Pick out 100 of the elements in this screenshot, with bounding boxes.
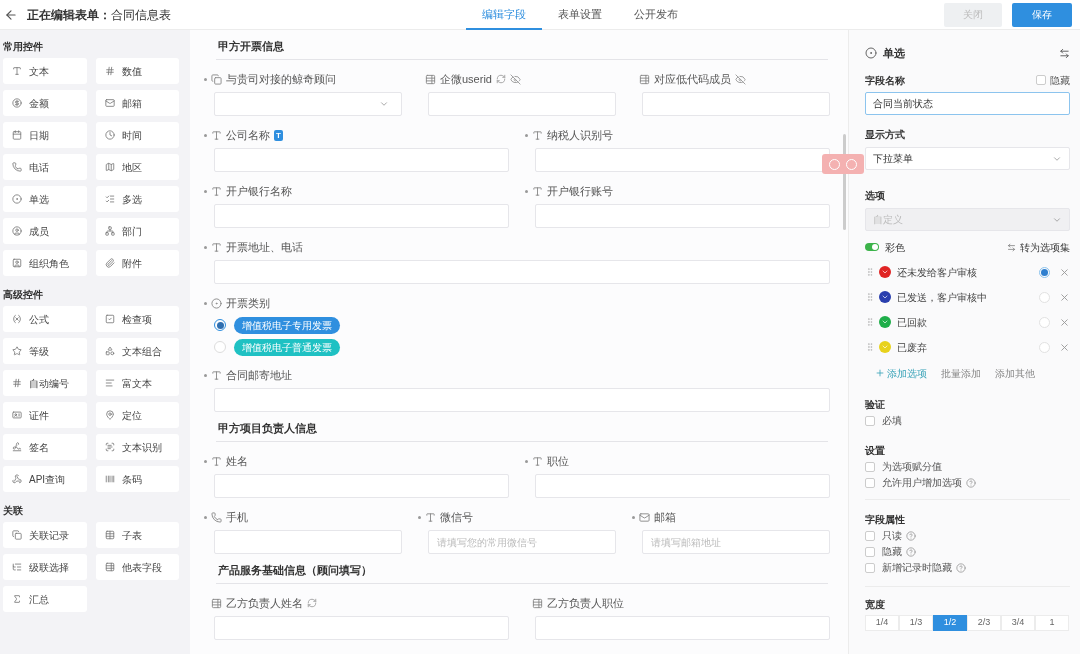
default-radio[interactable] <box>1039 316 1050 328</box>
page-title-label: 正在编辑表单： <box>27 6 111 24</box>
input-field[interactable] <box>535 474 830 498</box>
width-option[interactable]: 3/4 <box>1001 615 1035 631</box>
remove-icon[interactable] <box>1059 316 1070 328</box>
input-field[interactable] <box>535 204 830 228</box>
options-label: 选项 <box>865 189 886 203</box>
control-item[interactable]: 文本组合 <box>95 338 179 364</box>
tab[interactable]: 表单设置 <box>542 0 618 30</box>
checkbox[interactable] <box>865 546 875 557</box>
input-field[interactable] <box>214 388 830 412</box>
back-icon[interactable] <box>4 7 18 22</box>
section-title: 产品服务基础信息（顾问填写） <box>216 558 828 584</box>
control-item[interactable]: 多选 <box>95 186 179 212</box>
control-icon <box>104 194 115 204</box>
swap-icon[interactable] <box>1059 47 1070 59</box>
section-title: 甲方开票信息 <box>216 34 828 60</box>
control-item[interactable]: 定位 <box>95 402 179 428</box>
add-option-link[interactable]: 添加其他 <box>995 365 1035 381</box>
control-item[interactable]: 附件 <box>95 250 179 276</box>
input-field[interactable] <box>214 530 402 554</box>
input-field[interactable] <box>214 616 509 640</box>
control-item[interactable]: API查询 <box>3 466 87 492</box>
floating-assistant-icon[interactable] <box>822 154 864 174</box>
control-item[interactable]: 关联记录 <box>3 522 87 548</box>
default-radio[interactable] <box>1039 341 1050 353</box>
control-item[interactable]: 签名 <box>3 434 87 460</box>
control-item[interactable]: 时间 <box>95 122 179 148</box>
control-item[interactable]: 证件 <box>3 402 87 428</box>
field-name-input[interactable]: 合同当前状态 <box>865 92 1070 115</box>
control-item[interactable]: 检查项 <box>95 306 179 332</box>
drag-handle-icon[interactable] <box>865 342 875 352</box>
control-item[interactable]: 他表字段 <box>95 554 179 580</box>
checkbox-label: 新增记录时隐藏 <box>882 561 952 575</box>
input-field[interactable] <box>535 148 830 172</box>
control-icon <box>104 442 115 452</box>
control-item[interactable]: 级联选择 <box>3 554 87 580</box>
input-field[interactable] <box>214 148 509 172</box>
input-field[interactable] <box>214 204 509 228</box>
checkbox[interactable] <box>865 530 875 541</box>
control-item[interactable]: 汇总 <box>3 586 87 612</box>
control-item[interactable]: 数值 <box>95 58 179 84</box>
field-label: 公司名称 <box>226 127 270 143</box>
control-item[interactable]: 成员 <box>3 218 87 244</box>
remove-icon[interactable] <box>1059 341 1070 353</box>
control-item[interactable]: 邮箱 <box>95 90 179 116</box>
control-item[interactable]: 部门 <box>95 218 179 244</box>
control-icon <box>12 130 22 140</box>
input-field[interactable] <box>214 474 509 498</box>
control-item[interactable]: 日期 <box>3 122 87 148</box>
add-option-link[interactable]: 批量添加 <box>941 365 981 381</box>
checkbox[interactable] <box>865 477 875 488</box>
color-toggle[interactable] <box>865 243 879 251</box>
control-item[interactable]: 子表 <box>95 522 179 548</box>
control-icon <box>104 162 115 172</box>
default-radio[interactable] <box>1039 291 1050 303</box>
control-item[interactable]: 电话 <box>3 154 87 180</box>
control-icon <box>12 314 22 324</box>
control-item[interactable]: 组织角色 <box>3 250 87 276</box>
checkbox[interactable] <box>865 562 875 573</box>
control-item[interactable]: 富文本 <box>95 370 179 396</box>
control-item[interactable]: 文本 <box>3 58 87 84</box>
control-item[interactable]: 地区 <box>95 154 179 180</box>
tab[interactable]: 公开发布 <box>618 0 694 30</box>
drag-handle-icon[interactable] <box>865 267 875 277</box>
remove-icon[interactable] <box>1059 291 1070 303</box>
width-label: 宽度 <box>865 598 886 611</box>
display-select[interactable]: 下拉菜单 <box>865 147 1070 170</box>
width-option[interactable]: 2/3 <box>967 615 1001 631</box>
checkbox[interactable] <box>865 461 875 472</box>
control-item[interactable]: 文本识别 <box>95 434 179 460</box>
width-option[interactable]: 1/4 <box>865 615 899 631</box>
input-field[interactable] <box>428 92 616 116</box>
input-field[interactable] <box>214 260 830 284</box>
field-label: 职位 <box>547 453 569 469</box>
width-option[interactable]: 1/3 <box>899 615 933 631</box>
field-label: 开票地址、电话 <box>226 239 303 255</box>
convert-link[interactable]: 转为选项集 <box>1020 239 1070 255</box>
field-label: 开票类别 <box>226 295 270 311</box>
control-icon <box>12 410 22 420</box>
control-item[interactable]: 等级 <box>3 338 87 364</box>
drag-handle-icon[interactable] <box>865 292 875 302</box>
control-item[interactable]: 自动编号 <box>3 370 87 396</box>
control-item[interactable]: 金额 <box>3 90 87 116</box>
drag-handle-icon[interactable] <box>865 317 875 327</box>
control-item[interactable]: 条码 <box>95 466 179 492</box>
control-icon <box>104 226 115 236</box>
control-icon <box>104 410 115 420</box>
control-icon <box>12 530 22 540</box>
field-label: 开户银行名称 <box>226 183 292 199</box>
hide-checkbox[interactable] <box>1036 75 1046 85</box>
select-field[interactable] <box>214 92 402 116</box>
checkbox[interactable] <box>865 415 875 426</box>
control-item[interactable]: 单选 <box>3 186 87 212</box>
width-option[interactable]: 1 <box>1035 615 1069 631</box>
remove-icon[interactable] <box>1059 266 1070 278</box>
input-field[interactable] <box>535 616 830 640</box>
control-item[interactable]: 公式 <box>3 306 87 332</box>
field-name-label: 字段名称 <box>865 73 905 88</box>
input-field[interactable] <box>642 92 830 116</box>
